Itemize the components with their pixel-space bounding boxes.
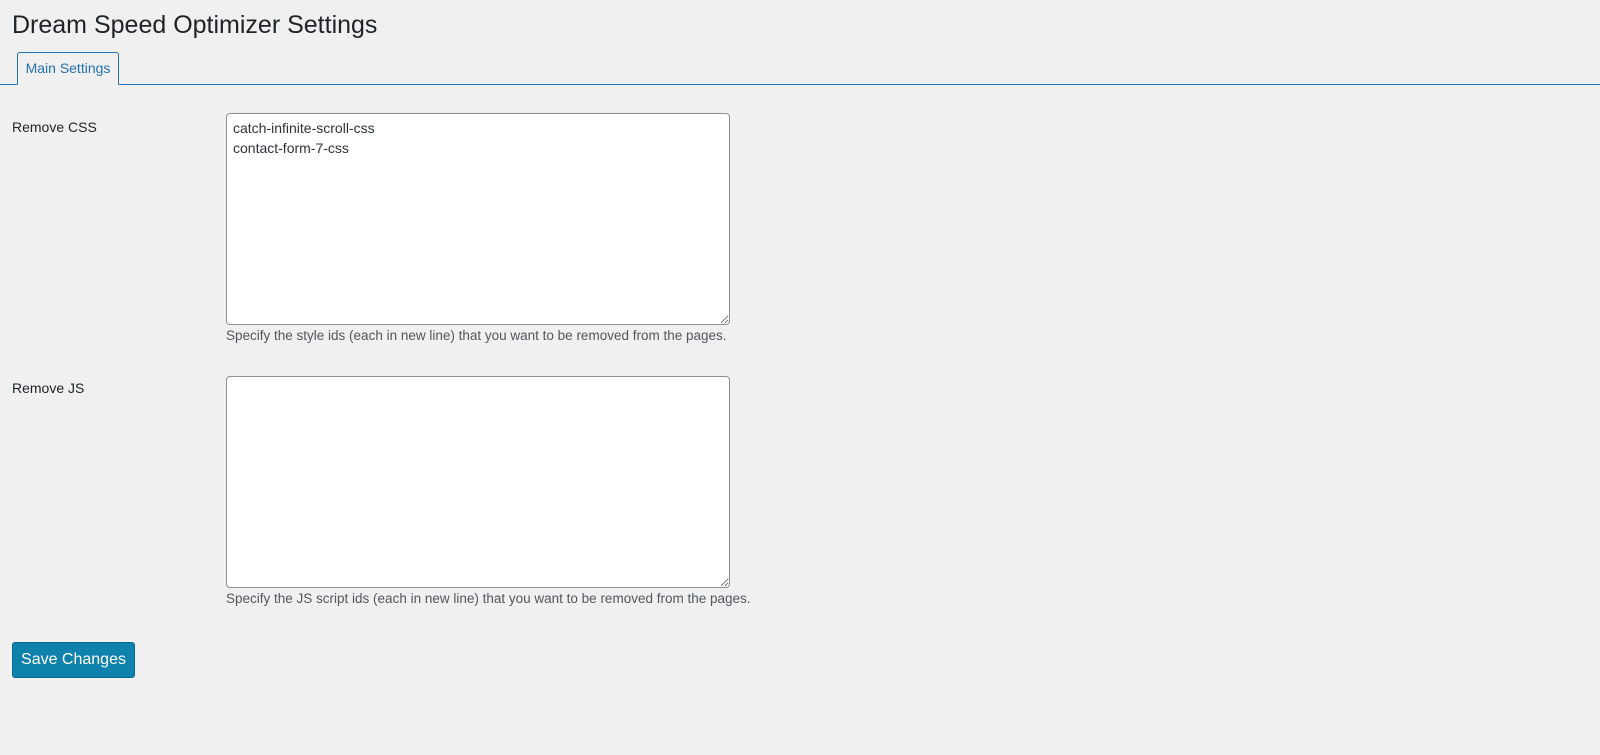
- save-changes-button[interactable]: Save Changes: [12, 642, 135, 678]
- tab-bar: Main Settings: [0, 52, 1600, 85]
- remove-css-label: Remove CSS: [12, 119, 97, 135]
- remove-js-textarea[interactable]: [226, 376, 730, 588]
- remove-js-description: Specify the JS script ids (each in new l…: [226, 591, 751, 606]
- remove-css-textarea[interactable]: catch-infinite-scroll-css contact-form-7…: [226, 113, 730, 325]
- page-title: Dream Speed Optimizer Settings: [12, 11, 378, 39]
- remove-js-label: Remove JS: [12, 380, 85, 396]
- remove-css-description: Specify the style ids (each in new line)…: [226, 328, 727, 343]
- tab-main-settings[interactable]: Main Settings: [17, 52, 119, 85]
